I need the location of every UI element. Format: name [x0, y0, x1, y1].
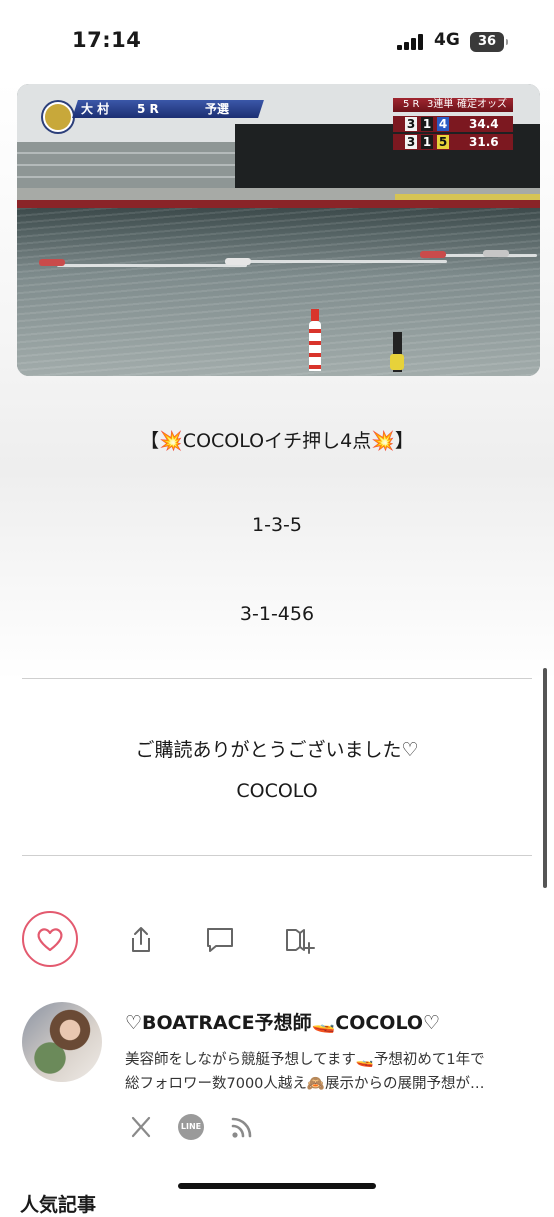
grandstand	[17, 142, 235, 192]
thanks-message: ご購読ありがとうございました♡	[135, 739, 419, 761]
race-image[interactable]: 大 村 5 R 予選 5 R 3連単 確定オッズ 3 1 4 34.4 3 1 …	[17, 84, 540, 376]
signature: COCOLO	[236, 780, 318, 802]
article-headline: 【💥COCOLOイチ押し4点💥】	[140, 430, 414, 452]
x-icon[interactable]	[128, 1114, 154, 1140]
author-avatar[interactable]	[22, 1002, 102, 1082]
line-icon[interactable]: LINE	[178, 1114, 204, 1140]
race-number: 5 R	[137, 102, 159, 116]
water	[17, 208, 540, 376]
rss-icon[interactable]	[229, 1114, 255, 1140]
like-button[interactable]	[22, 911, 78, 967]
comment-icon[interactable]	[204, 924, 236, 956]
divider	[22, 855, 532, 856]
odds-value: 34.4	[469, 117, 499, 131]
bookmark-add-icon[interactable]	[284, 924, 316, 956]
pick-line-1: 1-3-5	[252, 514, 302, 536]
boat	[225, 258, 251, 265]
boat	[483, 250, 509, 257]
venue-logo	[43, 102, 73, 132]
share-icon[interactable]	[125, 924, 157, 956]
battery-icon: 36	[470, 32, 508, 52]
odds-row: 3 1 4 34.4	[393, 116, 513, 132]
boat	[420, 251, 446, 258]
author-name[interactable]: ♡BOATRACE予想師🚤COCOLO♡	[125, 1008, 440, 1035]
turn-buoy	[311, 309, 319, 321]
status-time: 17:14	[72, 28, 142, 52]
section-heading: 人気記事	[20, 1194, 97, 1216]
turn-buoy	[309, 321, 321, 371]
divider	[22, 678, 532, 679]
network-type: 4G	[434, 30, 460, 50]
heart-icon	[37, 928, 63, 952]
race-type: 予選	[205, 102, 230, 116]
pick-line-2: 3-1-456	[239, 603, 315, 625]
status-bar: 17:14 4G 36	[0, 0, 554, 80]
venue-label: 大 村	[81, 102, 110, 116]
home-indicator[interactable]	[178, 1183, 376, 1189]
odds-panel: 5 R 3連単 確定オッズ 3 1 4 34.4 3 1 5 31.6	[393, 98, 513, 152]
author-bio: 美容師をしながら競艇予想してます🚤予想初めて1年で 総フォロワー数7000人越え…	[125, 1052, 485, 1092]
odds-row: 3 1 5 31.6	[393, 134, 513, 150]
odds-value: 31.6	[469, 135, 499, 149]
scrollbar[interactable]	[543, 668, 547, 888]
odds-header: 5 R 3連単 確定オッズ	[393, 98, 513, 112]
boat	[39, 259, 65, 266]
cellular-signal-icon	[397, 34, 427, 50]
